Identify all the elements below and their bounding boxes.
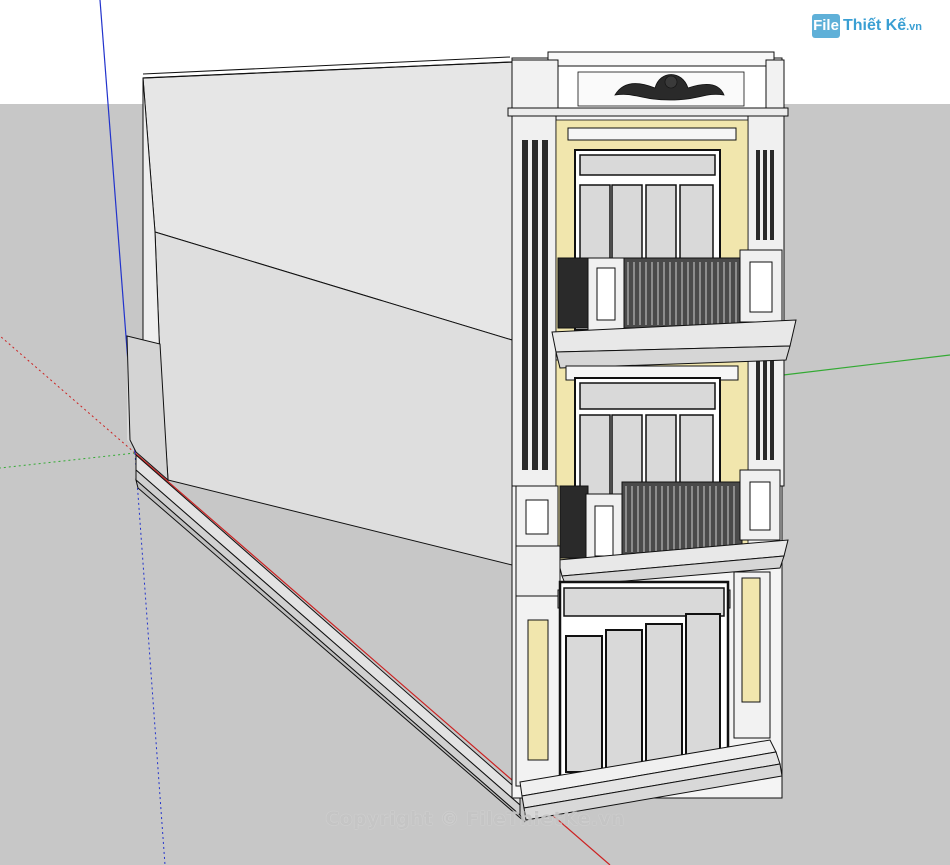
building-facade[interactable] [507, 51, 797, 821]
copyright-text: Copyright © FileThietKe.vn [325, 808, 625, 830]
copyright-watermark: Copyright © FileThietKe.vn [0, 808, 950, 830]
logo-text-suffix: .vn [906, 21, 923, 33]
logo-text: Thiết Kế.vn [843, 17, 922, 35]
balcony-upper[interactable] [551, 249, 797, 369]
sketchup-viewport[interactable] [0, 0, 950, 865]
logo-box: File [812, 14, 840, 38]
filethietke-logo: File Thiết Kế.vn [812, 12, 932, 42]
logo-text-main: Thiết Kế [843, 17, 907, 34]
